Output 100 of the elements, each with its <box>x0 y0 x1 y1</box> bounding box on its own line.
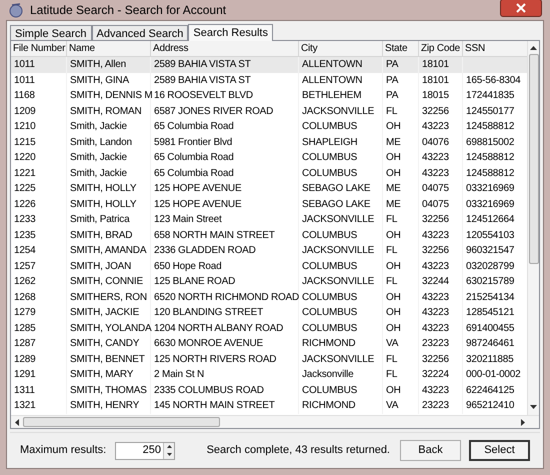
table-cell: SHAPLEIGH <box>302 136 358 148</box>
table-cell: OH <box>386 230 401 240</box>
table-cell: 000-01-0002 <box>466 369 521 380</box>
table-cell: ALLENTOWN <box>302 59 362 70</box>
table-cell: 1287 <box>14 338 36 349</box>
window-title: Latitude Search - Search for Account <box>30 2 228 19</box>
table-cell: SEBAGO LAKE <box>302 198 370 210</box>
table-cell: SEBAGO LAKE <box>302 183 370 194</box>
close-button[interactable] <box>500 0 542 17</box>
table-cell: 18015 <box>422 90 449 101</box>
table-cell: 1209 <box>14 106 36 116</box>
table-cell: 1321 <box>14 400 36 411</box>
table-cell: ME <box>386 136 401 148</box>
table-cell: 691400455 <box>466 322 514 334</box>
table-cell: SMITH, AMANDA <box>70 245 146 256</box>
table-cell: 1226 <box>14 198 36 210</box>
right-arrow-icon <box>521 418 525 426</box>
table-cell: 1225 <box>14 183 36 194</box>
table-cell: SMITH, YOLANDA <box>70 322 152 334</box>
table-cell: 18101 <box>422 74 449 86</box>
table-cell: 033216969 <box>466 198 514 210</box>
table-cell: SMITH, HOLLY <box>70 198 136 210</box>
table-cell: 165-56-8304 <box>466 74 521 86</box>
table-cell: 124588812 <box>466 168 514 178</box>
table-cell: 1279 <box>14 307 36 318</box>
tab[interactable]: Simple Search <box>10 25 92 40</box>
table-cell: SMITH, THOMAS <box>70 384 147 396</box>
table-cell: PA <box>386 59 398 70</box>
horizontal-scrollbar[interactable] <box>11 415 539 428</box>
table-cell: 2336 GLADDEN ROAD <box>154 245 256 256</box>
down-arrow-icon <box>530 405 537 409</box>
table-cell: 1311 <box>14 384 35 396</box>
table-cell: 1233 <box>14 214 36 225</box>
table-cell: SMITH, DENNIS M <box>70 90 153 101</box>
up-arrow-icon <box>166 445 172 448</box>
table-cell: 1289 <box>14 354 36 364</box>
table-cell: SMITH, HENRY <box>70 400 140 411</box>
table-cell: VA <box>386 400 398 411</box>
table-cell: 32256 <box>422 245 449 256</box>
table-cell: 32256 <box>422 214 449 225</box>
table-cell: ALLENTOWN <box>302 74 362 86</box>
table-cell: 965212410 <box>466 400 514 411</box>
table-cell: COLUMBUS <box>302 121 358 132</box>
table-cell: FL <box>386 214 398 225</box>
table-cell: BETHLEHEM <box>302 90 362 101</box>
tab[interactable]: Search Results <box>188 24 273 41</box>
table-cell: COLUMBUS <box>302 152 358 163</box>
table-row[interactable]: 1011 SMITH, GINA 2589 BAHIA VISTA ST ALLENTOWN PA 18101 165-56-8304 <box>11 72 527 88</box>
vertical-scrollbar[interactable] <box>527 41 539 415</box>
table-cell: COLUMBUS <box>302 322 358 334</box>
table-row[interactable]: 1011 SMITH, Allen 2589 BAHIA VISTA ST ALLENTOWN PA 18101 <box>11 57 527 72</box>
table-cell: 23223 <box>422 400 449 411</box>
table-cell: 125 HOPE AVENUE <box>154 198 242 210</box>
table-cell: 32244 <box>422 276 449 287</box>
down-arrow-icon <box>166 453 172 456</box>
table-cell: 123 Main Street <box>154 214 222 225</box>
table-cell: JACKSONVILLE <box>302 245 374 256</box>
table-cell: Smith, Jackie <box>70 121 127 132</box>
dialog-button[interactable]: Back <box>400 440 461 461</box>
table-cell: SMITH, HOLLY <box>70 183 136 194</box>
table-cell: 32224 <box>422 369 449 380</box>
table-cell: 124588812 <box>466 152 514 163</box>
table-cell: FL <box>386 245 398 256</box>
table-cell: 43223 <box>422 121 449 132</box>
close-icon <box>516 3 526 13</box>
table-cell: COLUMBUS <box>302 230 358 240</box>
column-header[interactable]: Zip Code <box>419 41 463 56</box>
table-cell: 6520 NORTH RICHMOND ROAD <box>154 292 300 302</box>
table-cell: 04075 <box>422 183 449 194</box>
table-cell: 124550177 <box>466 106 514 116</box>
column-header[interactable]: File Number <box>11 41 67 56</box>
table-cell: OH <box>386 292 401 302</box>
app-logo-icon <box>8 2 24 18</box>
table-cell: COLUMBUS <box>302 260 358 272</box>
dialog-button[interactable]: Select <box>469 440 530 461</box>
table-cell: 23223 <box>422 338 449 349</box>
table-cell: ME <box>386 183 401 194</box>
table-cell: ME <box>386 198 401 210</box>
table-cell: 32256 <box>422 106 449 116</box>
column-header[interactable]: City <box>299 41 383 56</box>
table-cell: 04075 <box>422 198 449 210</box>
table-cell: 1257 <box>14 260 36 272</box>
table-cell: SMITHERS, RON <box>70 292 147 302</box>
column-header[interactable]: State <box>383 41 419 56</box>
tab[interactable]: Advanced Search <box>92 25 188 40</box>
table-cell: 5981 Frontier Blvd <box>154 136 232 148</box>
table-cell: 6630 MONROE AVENUE <box>154 338 264 349</box>
table-cell: 2589 BAHIA VISTA ST <box>154 74 251 86</box>
table-cell: 622464125 <box>466 384 514 396</box>
max-results-spinner[interactable]: 250 <box>115 442 175 460</box>
column-header[interactable]: Name <box>67 41 151 56</box>
table-cell: 033216969 <box>466 183 514 194</box>
table-cell: JACKSONVILLE <box>302 214 374 225</box>
table-cell: 128545121 <box>466 307 514 318</box>
table-cell: 04076 <box>422 136 449 148</box>
table-cell: 1291 <box>14 369 36 380</box>
spinner-value: 250 <box>142 443 162 458</box>
column-header[interactable]: Address <box>151 41 299 56</box>
table-cell: 1168 <box>14 90 35 101</box>
table-cell: OH <box>386 322 401 334</box>
